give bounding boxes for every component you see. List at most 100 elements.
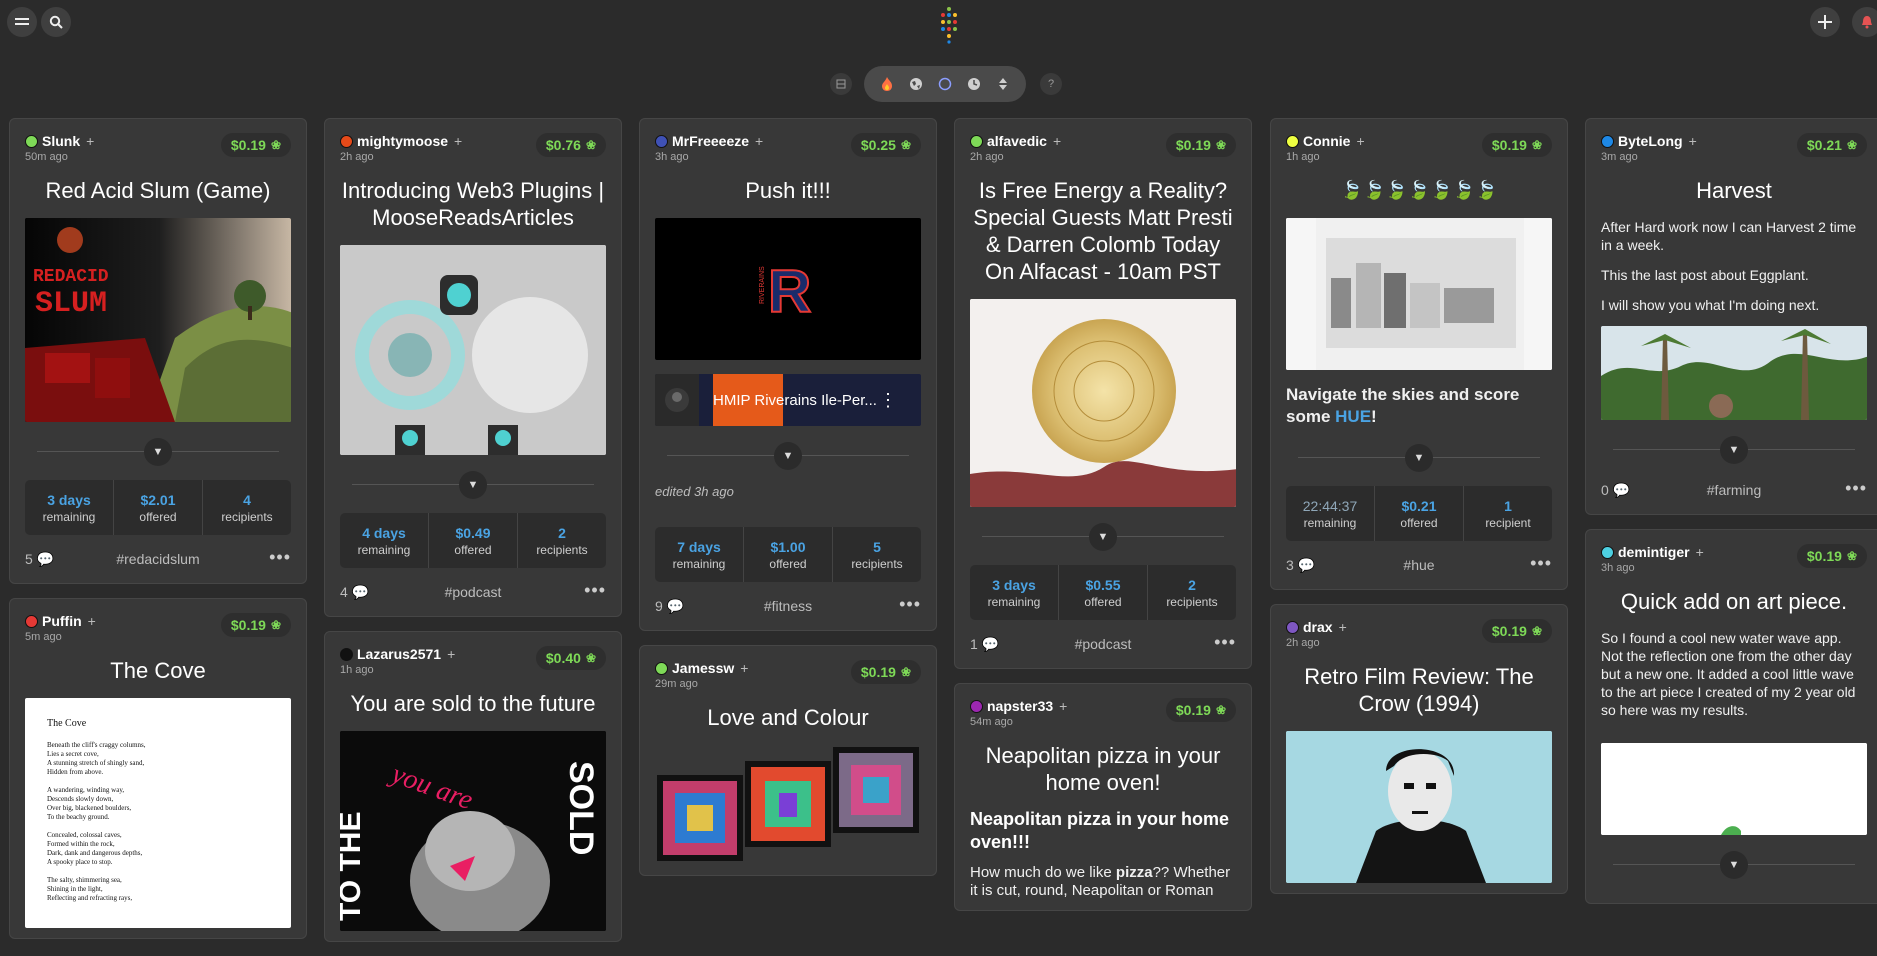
username[interactable]: ByteLong [1618, 133, 1683, 149]
post-image[interactable]: REDACID SLUM [25, 218, 291, 422]
post-tag[interactable]: #fitness [655, 598, 921, 614]
tip-button[interactable]: $0.19 ❀ [1481, 619, 1552, 643]
follow-plus-icon[interactable]: + [86, 133, 94, 149]
follow-plus-icon[interactable]: + [1053, 133, 1061, 149]
chevron-down-icon[interactable]: ▼ [1405, 444, 1433, 472]
post-image[interactable] [1601, 326, 1867, 420]
post-image[interactable]: The Cove Beneath the cliff's craggy colu… [25, 698, 291, 928]
post-title[interactable]: Neapolitan pizza in your home oven! [970, 742, 1236, 796]
sort-icon[interactable] [992, 73, 1014, 95]
post-tag[interactable]: #farming [1601, 482, 1867, 498]
follow-plus-icon[interactable]: + [454, 133, 462, 149]
username[interactable]: mightymoose [357, 133, 448, 149]
username[interactable]: Lazarus2571 [357, 646, 441, 662]
expand-post[interactable]: ▼ [1601, 436, 1867, 464]
avatar[interactable] [970, 699, 983, 713]
chevron-down-icon[interactable]: ▼ [459, 471, 487, 499]
post-title[interactable]: Harvest [1601, 177, 1867, 204]
post-tag[interactable]: #podcast [970, 636, 1236, 652]
post-image[interactable] [340, 245, 606, 455]
tip-button[interactable]: $0.19 ❀ [1165, 698, 1236, 722]
layout-icon[interactable] [830, 73, 852, 95]
post-title[interactable]: Is Free Energy a Reality? Special Guests… [970, 177, 1236, 285]
hue-link[interactable]: HUE [1335, 407, 1371, 426]
plus-icon[interactable] [1810, 7, 1840, 37]
post-card[interactable]: mightymoose + 2h ago $0.76 ❀ Introducing W… [324, 118, 622, 617]
tip-button[interactable]: $0.19 ❀ [1796, 544, 1867, 568]
follow-plus-icon[interactable]: + [1689, 133, 1697, 149]
username[interactable]: Slunk [42, 133, 80, 149]
chevron-down-icon[interactable]: ▼ [144, 438, 172, 466]
avatar[interactable] [25, 614, 38, 628]
app-logo-icon[interactable] [937, 6, 961, 44]
tip-button[interactable]: $0.19 ❀ [1165, 133, 1236, 157]
chevron-down-icon[interactable]: ▼ [1720, 851, 1748, 879]
tip-button[interactable]: $0.19 ❀ [220, 613, 291, 637]
follow-plus-icon[interactable]: + [755, 133, 763, 149]
post-image[interactable]: you are SOLD TO THE [340, 731, 606, 931]
post-card[interactable]: MrFreeeeze + 3h ago $0.25 ❀ Push it!!! R R… [639, 118, 937, 631]
more-options-icon[interactable]: ••• [1530, 553, 1552, 574]
post-card[interactable]: Jamessw + 29m ago $0.19 ❀ Love and Colour [639, 645, 937, 876]
post-image[interactable] [1601, 743, 1867, 835]
post-title[interactable]: The Cove [25, 657, 291, 684]
follow-plus-icon[interactable]: + [1356, 133, 1364, 149]
post-card[interactable]: Lazarus2571 + 1h ago $0.40 ❀ You are sold … [324, 631, 622, 942]
tip-button[interactable]: $0.19 ❀ [850, 660, 921, 684]
username[interactable]: Connie [1303, 133, 1350, 149]
post-card[interactable]: drax + 2h ago $0.19 ❀ Retro Film Review: T… [1270, 604, 1568, 894]
tip-button[interactable]: $0.19 ❀ [220, 133, 291, 157]
post-title[interactable]: 🍃🍃🍃🍃🍃🍃🍃 [1286, 177, 1552, 204]
post-image[interactable]: R RIVERAINS [655, 218, 921, 360]
avatar[interactable] [1286, 620, 1299, 634]
avatar[interactable] [655, 134, 668, 148]
avatar[interactable] [1286, 134, 1299, 148]
post-tag[interactable]: #redacidslum [25, 551, 291, 567]
post-image[interactable] [1286, 218, 1552, 370]
follow-plus-icon[interactable]: + [740, 660, 748, 676]
username[interactable]: Puffin [42, 613, 82, 629]
post-card[interactable]: Slunk + 50m ago $0.19 ❀ Red Acid Slum (Gam… [9, 118, 307, 584]
follow-plus-icon[interactable]: + [88, 613, 96, 629]
avatar[interactable] [1601, 545, 1614, 559]
post-tag[interactable]: #podcast [340, 584, 606, 600]
chevron-down-icon[interactable]: ▼ [1089, 523, 1117, 551]
expand-post[interactable]: ▼ [1286, 444, 1552, 472]
post-card[interactable]: napster33 + 54m ago $0.19 ❀ Neapolitan piz… [954, 683, 1252, 911]
more-options-icon[interactable]: ••• [1214, 632, 1236, 653]
post-title[interactable]: Love and Colour [655, 704, 921, 731]
tip-button[interactable]: $0.76 ❀ [535, 133, 606, 157]
avatar[interactable] [970, 134, 983, 148]
avatar[interactable] [1601, 134, 1614, 148]
follow-plus-icon[interactable]: + [1059, 698, 1067, 714]
post-title[interactable]: Push it!!! [655, 177, 921, 204]
more-options-icon[interactable]: ••• [269, 547, 291, 568]
menu-icon[interactable] [7, 7, 37, 37]
circle-icon[interactable] [934, 73, 956, 95]
kebab-menu-icon[interactable]: ⋮ [879, 390, 897, 411]
expand-post[interactable]: ▼ [25, 438, 291, 466]
chevron-down-icon[interactable]: ▼ [774, 442, 802, 470]
username[interactable]: Jamessw [672, 660, 734, 676]
avatar[interactable] [25, 134, 38, 148]
username[interactable]: napster33 [987, 698, 1053, 714]
expand-post[interactable]: ▼ [655, 442, 921, 470]
expand-post[interactable]: ▼ [970, 523, 1236, 551]
more-options-icon[interactable]: ••• [899, 594, 921, 615]
help-icon[interactable]: ? [1040, 73, 1062, 95]
video-embed[interactable]: HMIP Riverains Ile-Per... ⋮ [655, 374, 921, 426]
username[interactable]: drax [1303, 619, 1333, 635]
post-image[interactable] [1286, 731, 1552, 883]
fire-icon[interactable] [876, 73, 898, 95]
expand-post[interactable]: ▼ [1601, 851, 1867, 879]
tip-button[interactable]: $0.25 ❀ [850, 133, 921, 157]
tip-button[interactable]: $0.19 ❀ [1481, 133, 1552, 157]
post-title[interactable]: Introducing Web3 Plugins | MooseReadsArt… [340, 177, 606, 231]
post-card[interactable]: Puffin + 5m ago $0.19 ❀ The Cove The Cove … [9, 598, 307, 939]
follow-plus-icon[interactable]: + [447, 646, 455, 662]
post-card[interactable]: demintiger + 3h ago $0.19 ❀ Quick add on a… [1585, 529, 1877, 904]
more-options-icon[interactable]: ••• [1845, 478, 1867, 499]
avatar[interactable] [340, 647, 353, 661]
expand-post[interactable]: ▼ [340, 471, 606, 499]
post-title[interactable]: You are sold to the future [340, 690, 606, 717]
